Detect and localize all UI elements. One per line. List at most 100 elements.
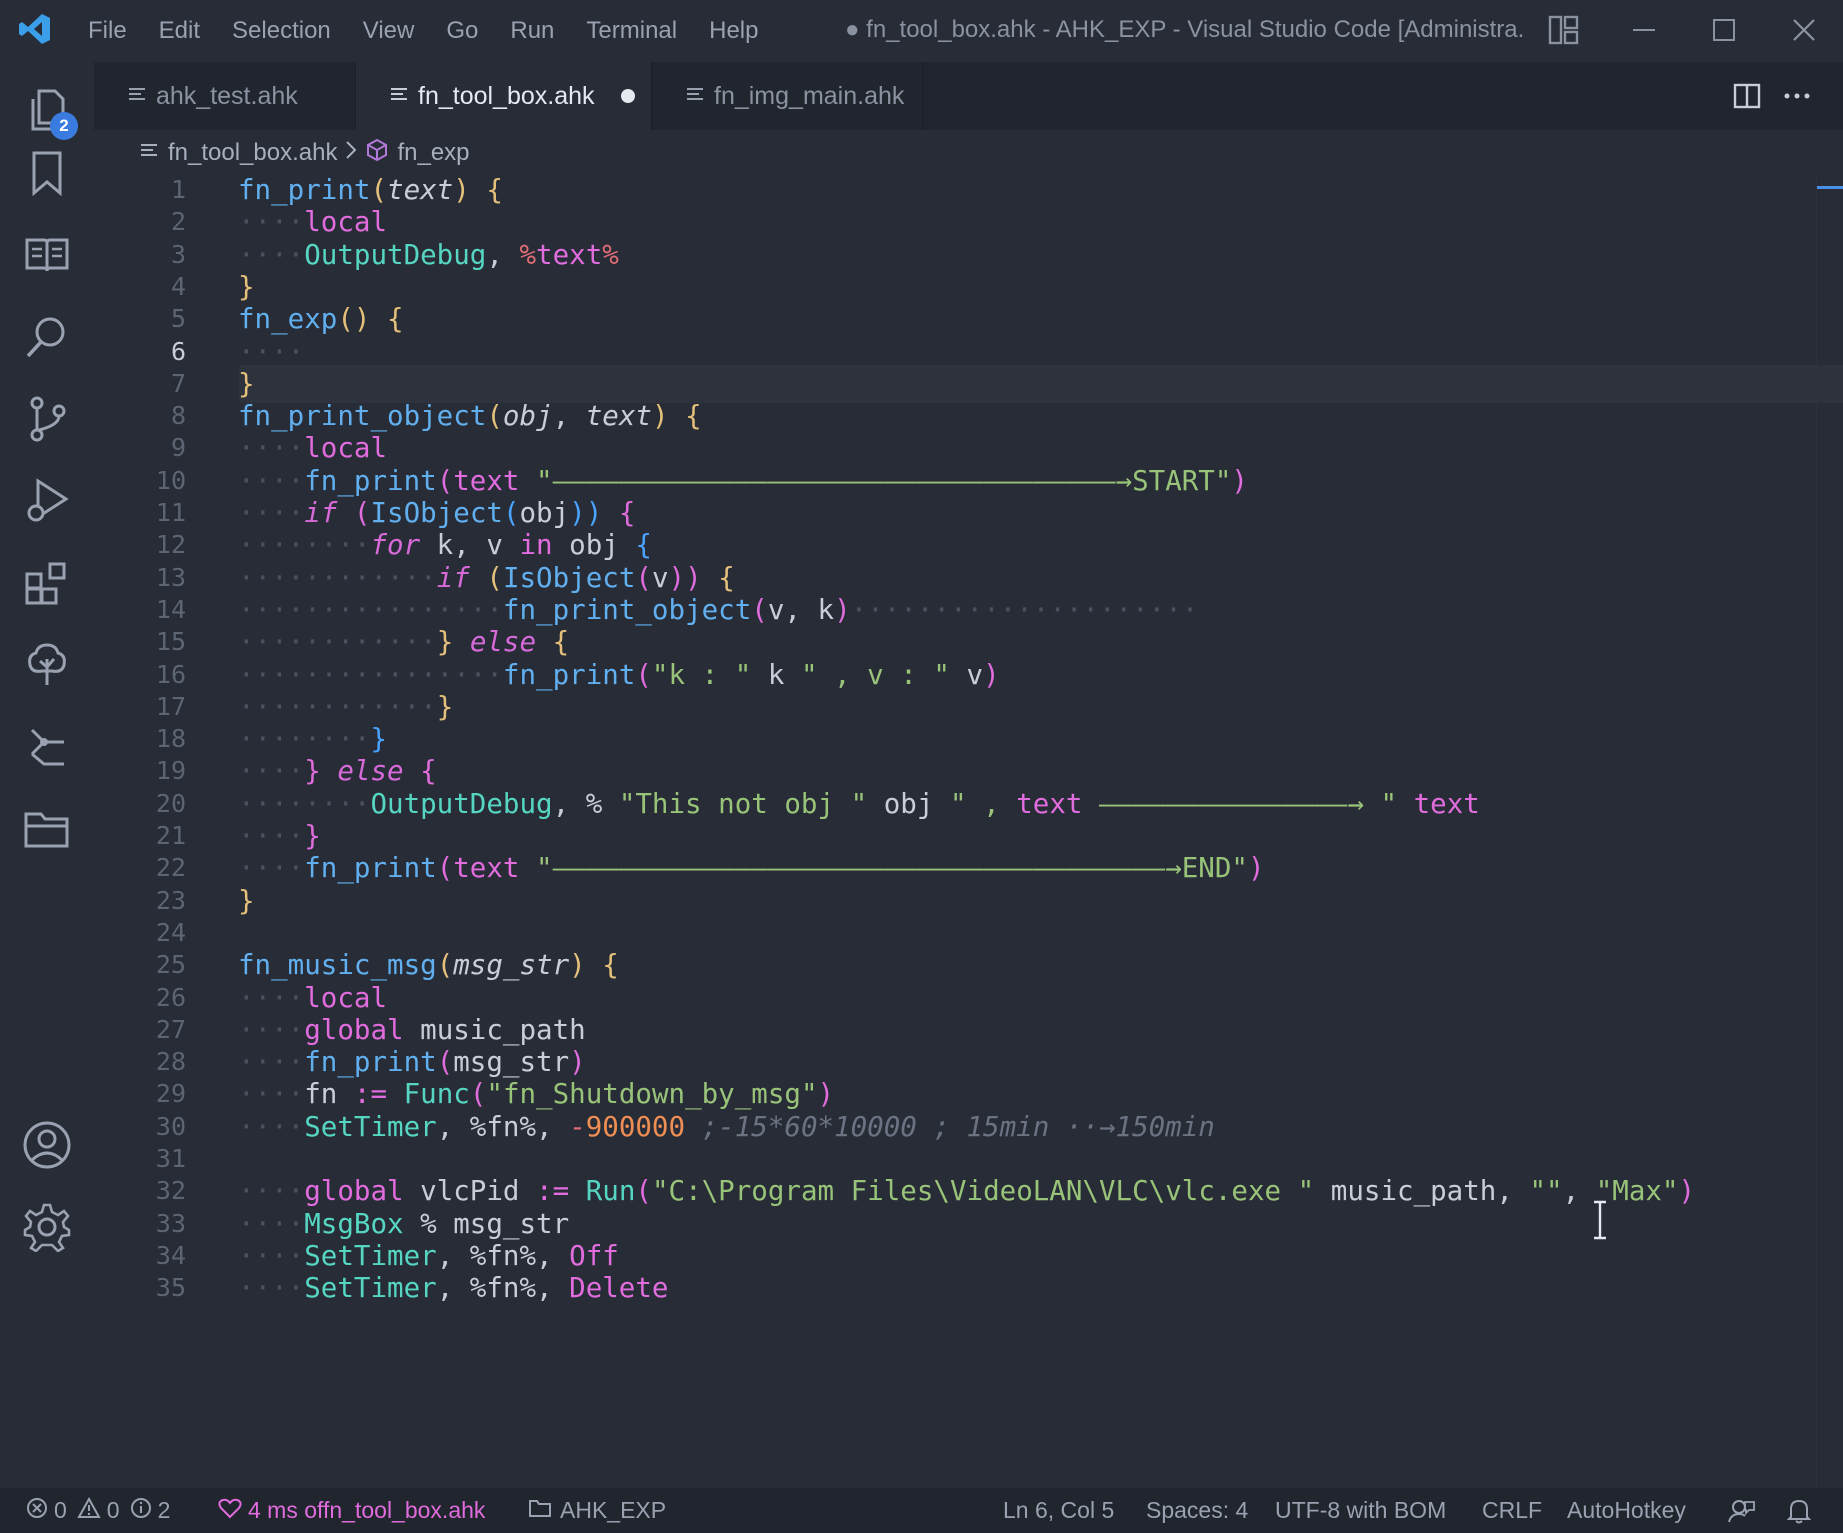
book-icon[interactable] bbox=[20, 228, 74, 282]
code-token: "C:\Program Files\VideoLAN\VLC\vlc.exe " bbox=[651, 1175, 1315, 1208]
menu-go[interactable]: Go bbox=[446, 17, 478, 45]
layout-icon[interactable] bbox=[1544, 10, 1584, 50]
breadcrumb-symbol[interactable]: fn_exp bbox=[397, 139, 469, 167]
problems-indicator[interactable]: 0 0 2 bbox=[26, 1488, 170, 1533]
git-graph-icon[interactable] bbox=[20, 720, 74, 774]
menu-file[interactable]: File bbox=[88, 17, 127, 45]
menu-view[interactable]: View bbox=[363, 17, 415, 45]
more-actions-icon[interactable] bbox=[1781, 80, 1813, 112]
code-token: fn bbox=[304, 1078, 354, 1111]
code-token: Func bbox=[403, 1078, 470, 1111]
code-token: , %fn%, bbox=[436, 1272, 570, 1305]
code-token: { bbox=[602, 949, 619, 982]
code-token: , %fn%, bbox=[436, 1110, 570, 1143]
code-token: fn_print bbox=[304, 852, 437, 885]
notifications-bell-icon[interactable] bbox=[1787, 1488, 1811, 1533]
code-token: { bbox=[486, 174, 503, 206]
code-token: ———————————————→ bbox=[1082, 787, 1381, 820]
code-token: MsgBox bbox=[304, 1207, 404, 1240]
code-line[interactable]: 35 ····SetTimer, %fn%, Delete bbox=[94, 1269, 1843, 1307]
code-token: "——————————————————————————————————→STAR… bbox=[536, 464, 1232, 497]
code-token: , bbox=[552, 400, 586, 433]
menu-terminal[interactable]: Terminal bbox=[586, 17, 677, 45]
activity-bar: 2 bbox=[0, 62, 94, 1488]
code-token: "This not obj " bbox=[618, 787, 868, 820]
code-token: local bbox=[304, 432, 388, 465]
minimize-icon[interactable] bbox=[1624, 10, 1664, 50]
code-token: } bbox=[304, 755, 321, 788]
maximize-icon[interactable] bbox=[1704, 10, 1744, 50]
search-icon[interactable] bbox=[20, 310, 74, 364]
code-token: ···· bbox=[238, 1046, 305, 1079]
cube-icon bbox=[365, 138, 389, 169]
file-lines-icon bbox=[128, 82, 146, 111]
code-token: ···· bbox=[238, 755, 305, 788]
code-token: , %fn%, bbox=[436, 1239, 570, 1272]
code-token: v bbox=[949, 658, 984, 691]
code-token: , % bbox=[552, 787, 619, 820]
scrollbar-position-marker[interactable] bbox=[1817, 186, 1843, 189]
tab-fn-img-main[interactable]: fn_img_main.ahk bbox=[652, 62, 924, 130]
source-control-icon[interactable] bbox=[20, 392, 74, 446]
cursor-position[interactable]: Ln 6, Col 5 bbox=[1003, 1488, 1114, 1533]
code-token: ) bbox=[453, 174, 470, 206]
code-token: fn_exp bbox=[238, 303, 338, 336]
code-token: ) bbox=[834, 593, 851, 626]
breadcrumb-file[interactable]: fn_tool_box.ahk bbox=[168, 139, 337, 167]
code-token: "—————————————————————————————————————→E… bbox=[536, 852, 1248, 885]
code-token: fn_print_object bbox=[238, 400, 487, 433]
bookmark-icon[interactable] bbox=[20, 146, 74, 200]
code-token: "" bbox=[1529, 1175, 1563, 1208]
code-token: k, v bbox=[420, 529, 520, 562]
code-token: } bbox=[238, 884, 255, 917]
timing-status[interactable]: 4 ms offn_tool_box.ahk bbox=[218, 1488, 485, 1533]
feedback-icon[interactable] bbox=[1727, 1488, 1755, 1533]
menu-selection[interactable]: Selection bbox=[232, 17, 331, 45]
unsaved-dot-icon[interactable] bbox=[620, 89, 635, 103]
account-icon[interactable] bbox=[20, 1118, 74, 1172]
code-token: ( bbox=[486, 400, 503, 433]
line-number: 35 bbox=[155, 1273, 186, 1303]
code-token: Run bbox=[585, 1175, 636, 1208]
code-token: fn_print bbox=[238, 174, 371, 206]
run-debug-icon[interactable] bbox=[20, 474, 74, 528]
tab-bar: ahk_test.ahk fn_tool_box.ahk fn_img_main… bbox=[94, 62, 1843, 130]
code-token: ( bbox=[635, 1175, 652, 1208]
code-token: ) bbox=[569, 949, 586, 982]
code-token: ( bbox=[635, 561, 652, 594]
code-token: fn_print bbox=[304, 1046, 437, 1079]
split-editor-icon[interactable] bbox=[1731, 80, 1763, 112]
vscode-logo-icon bbox=[19, 14, 50, 44]
scrollbar-track[interactable] bbox=[1816, 174, 1817, 1488]
settings-gear-icon[interactable] bbox=[20, 1200, 74, 1254]
code-token: ···· bbox=[238, 335, 305, 368]
end-of-line[interactable]: CRLF bbox=[1482, 1488, 1542, 1533]
tab-fn-tool-box[interactable]: fn_tool_box.ahk bbox=[356, 62, 652, 130]
encoding[interactable]: UTF-8 with BOM bbox=[1275, 1488, 1446, 1533]
menu-help[interactable]: Help bbox=[709, 17, 758, 45]
extensions-icon[interactable] bbox=[20, 556, 74, 610]
code-editor[interactable]: 1 fn_print(text) {2 ····local 3 ····OutputDe… bbox=[94, 174, 1843, 1488]
code-token: { bbox=[552, 626, 570, 659]
menu-run[interactable]: Run bbox=[510, 17, 554, 45]
folder-icon[interactable] bbox=[20, 802, 74, 856]
menu-bar: File Edit Selection View Go Run Terminal… bbox=[72, 0, 774, 62]
language-mode[interactable]: AutoHotkey bbox=[1567, 1488, 1686, 1533]
code-token: obj bbox=[552, 529, 636, 562]
code-token: vlcPid bbox=[403, 1175, 537, 1208]
code-token: ) bbox=[1678, 1175, 1696, 1208]
code-token: } bbox=[370, 723, 388, 756]
code-token: } bbox=[238, 367, 255, 400]
heart-icon bbox=[218, 1497, 242, 1525]
code-token: Off bbox=[569, 1239, 619, 1272]
tree-icon[interactable] bbox=[20, 638, 74, 692]
menu-edit[interactable]: Edit bbox=[159, 17, 200, 45]
close-icon[interactable] bbox=[1784, 10, 1824, 50]
tab-ahk-test[interactable]: ahk_test.ahk bbox=[94, 62, 356, 130]
workspace-folder[interactable]: AHK_EXP bbox=[528, 1488, 666, 1533]
indentation[interactable]: Spaces: 4 bbox=[1146, 1488, 1248, 1533]
code-token: := bbox=[353, 1078, 388, 1111]
code-token: ( bbox=[436, 852, 454, 885]
explorer-icon[interactable]: 2 bbox=[20, 82, 78, 140]
